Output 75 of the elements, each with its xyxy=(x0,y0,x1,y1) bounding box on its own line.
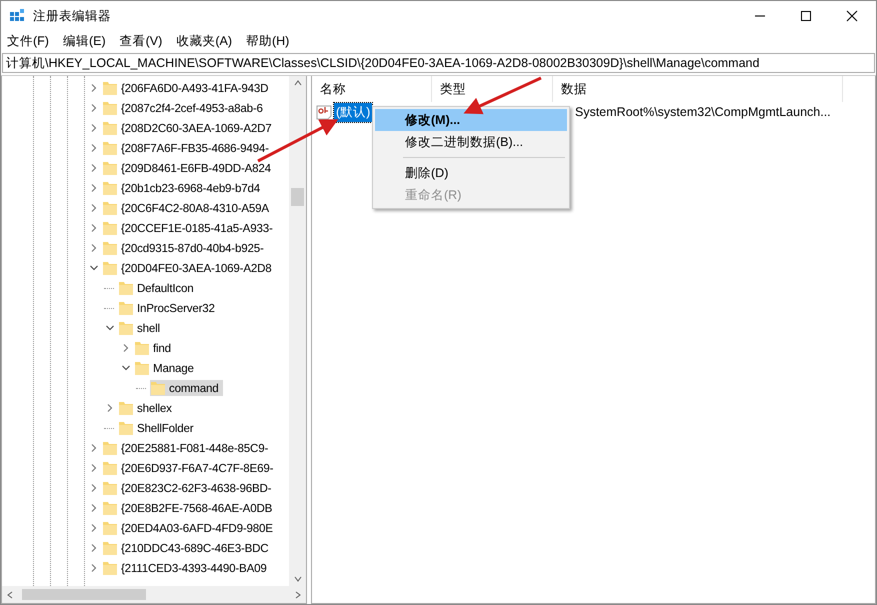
folder-icon xyxy=(102,260,118,276)
tree-item[interactable]: {20C6F4C2-80A8-4310-A59A xyxy=(121,202,269,214)
folder-icon xyxy=(102,220,118,236)
value-data: SystemRoot%\system32\CompMgmtLaunch... xyxy=(575,105,831,119)
folder-icon xyxy=(102,560,118,576)
folder-icon xyxy=(118,320,134,336)
folder-icon xyxy=(134,360,150,376)
value-name[interactable]: (默认) xyxy=(334,102,372,122)
folder-icon xyxy=(102,540,118,556)
scroll-thumb[interactable] xyxy=(22,589,146,600)
maximize-icon[interactable] xyxy=(800,10,812,22)
vertical-scrollbar[interactable] xyxy=(289,76,306,586)
folder-icon xyxy=(102,120,118,136)
scroll-thumb[interactable] xyxy=(291,188,304,206)
string-value-icon xyxy=(316,104,332,120)
folder-icon xyxy=(134,340,150,356)
tree-item[interactable]: find xyxy=(153,342,171,354)
folder-icon xyxy=(102,480,118,496)
folder-icon xyxy=(102,500,118,516)
menu-item[interactable]: 文件(F) xyxy=(7,32,49,50)
folder-icon xyxy=(102,140,118,156)
menu-item[interactable]: 收藏夹(A) xyxy=(176,32,232,50)
column-header[interactable]: 数据 xyxy=(553,76,843,102)
context-menu-item[interactable]: 删除(D) xyxy=(375,162,567,184)
tree-item[interactable]: {20E25881-F081-448e-85C9- xyxy=(121,442,268,454)
tree-item[interactable]: Manage xyxy=(153,362,194,374)
tree-item[interactable]: {20E6D937-F6A7-4C7F-8E69- xyxy=(121,462,274,474)
tree-item[interactable]: InProcServer32 xyxy=(137,302,215,314)
tree-item[interactable]: {20CCEF1E-0185-41a5-A933- xyxy=(121,222,273,234)
tree-item[interactable]: {206FA6D0-A493-41FA-943D xyxy=(121,82,268,94)
tree-item[interactable]: shellex xyxy=(137,402,172,414)
folder-icon xyxy=(102,200,118,216)
menu-item[interactable]: 编辑(E) xyxy=(62,32,106,50)
folder-icon xyxy=(118,420,134,436)
tree-item[interactable]: {20cd9315-87d0-40b4-b925- xyxy=(121,242,264,254)
folder-icon xyxy=(150,380,166,396)
context-menu-item[interactable]: 修改二进制数据(B)... xyxy=(375,131,567,153)
scroll-left-icon[interactable] xyxy=(7,590,13,598)
scroll-up-icon[interactable] xyxy=(294,80,302,86)
registry-icon xyxy=(9,8,25,24)
tree-item[interactable]: shell xyxy=(137,322,160,334)
close-icon[interactable] xyxy=(846,10,858,22)
tree-item[interactable]: ShellFolder xyxy=(137,422,194,434)
column-header[interactable]: 类型 xyxy=(432,76,553,102)
folder-icon xyxy=(102,440,118,456)
tree-item[interactable]: {2111CED3-4393-4490-BA09 xyxy=(121,562,267,574)
folder-icon xyxy=(102,520,118,536)
folder-icon xyxy=(102,160,118,176)
scroll-right-icon[interactable] xyxy=(295,590,301,598)
folder-icon xyxy=(102,100,118,116)
folder-icon xyxy=(118,400,134,416)
tree-item[interactable]: {2087c2f4-2cef-4953-a8ab-6 xyxy=(121,102,263,114)
address-bar[interactable]: 计算机\HKEY_LOCAL_MACHINE\SOFTWARE\Classes\CLSID\{20D04FE0-3AEA-1069-A2D8-08002B30309D}\shell\Manage\command xyxy=(2,53,875,73)
horizontal-scrollbar[interactable] xyxy=(2,586,306,603)
tree-item[interactable]: {20E8B2FE-7568-46AE-A0DB xyxy=(121,502,272,514)
tree-item[interactable]: {20E823C2-62F3-4638-96BD- xyxy=(121,482,272,494)
scroll-down-icon[interactable] xyxy=(294,576,302,582)
folder-icon xyxy=(102,80,118,96)
window-title: 注册表编辑器 xyxy=(33,8,111,24)
tree-item[interactable]: {20b1cb23-6968-4eb9-b7d4 xyxy=(121,182,260,194)
tree-item[interactable]: {208D2C60-3AEA-1069-A2D7 xyxy=(121,122,272,134)
tree-item[interactable]: {20ED4A03-6AFD-4FD9-980E xyxy=(121,522,273,534)
tree-item[interactable]: {210DDC43-689C-46E3-BDC xyxy=(121,542,268,554)
tree-item[interactable]: {20D04FE0-3AEA-1069-A2D8 xyxy=(121,262,272,274)
folder-icon xyxy=(102,240,118,256)
tree-item[interactable]: {208F7A6F-FB35-4686-9494- xyxy=(121,142,269,154)
tree-item[interactable]: {209D8461-E6FB-49DD-A824 xyxy=(121,162,271,174)
menu-item[interactable]: 帮助(H) xyxy=(246,32,290,50)
folder-icon xyxy=(118,280,134,296)
menu-item[interactable]: 查看(V) xyxy=(120,32,162,50)
context-menu-item[interactable]: 修改(M)... xyxy=(375,109,567,131)
folder-icon xyxy=(102,180,118,196)
folder-icon xyxy=(102,460,118,476)
tree-item[interactable]: DefaultIcon xyxy=(137,282,194,294)
folder-icon xyxy=(118,300,134,316)
